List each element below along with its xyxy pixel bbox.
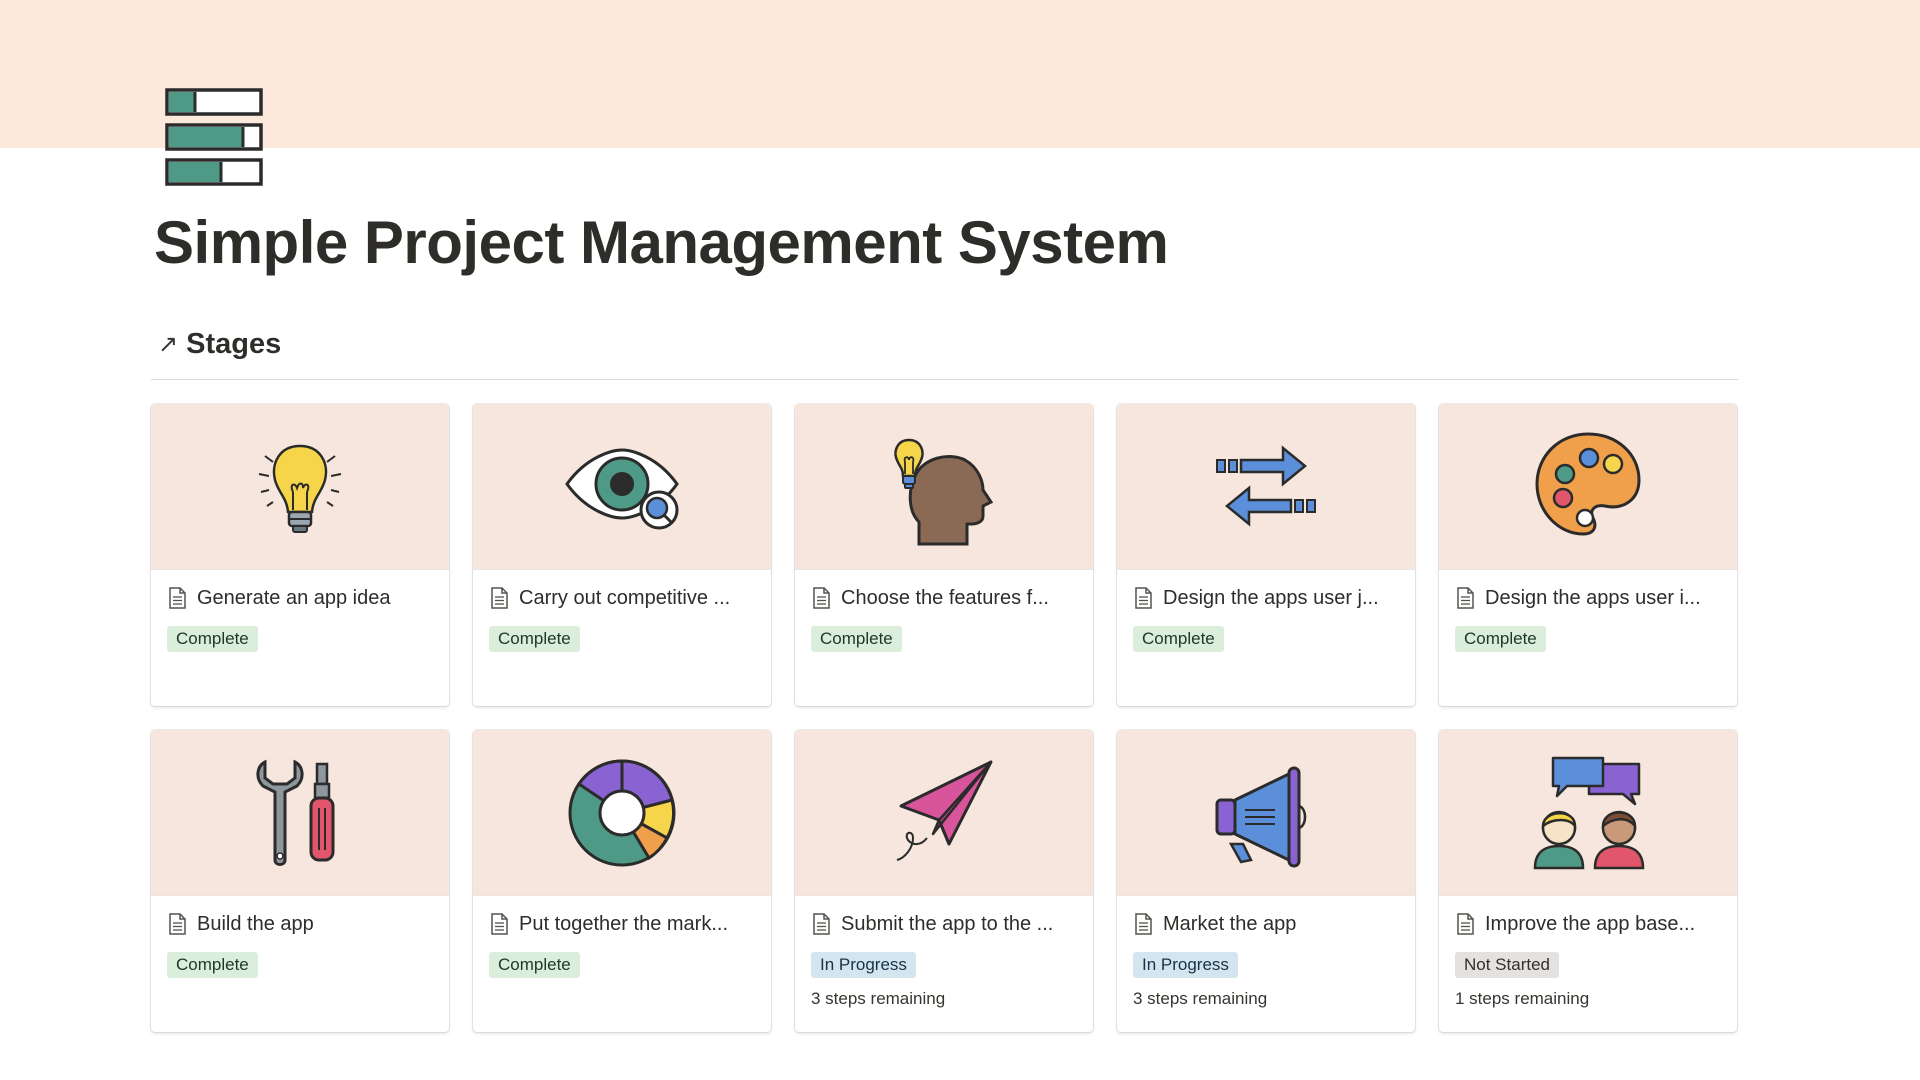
card-cover — [1439, 404, 1737, 570]
status-badge: In Progress — [811, 952, 916, 978]
wrench-screwdriver-icon — [256, 759, 335, 866]
page-title[interactable]: Simple Project Management System — [154, 208, 1169, 277]
card-cover — [473, 404, 771, 570]
status-badge: Complete — [489, 626, 580, 652]
steps-remaining: 3 steps remaining — [811, 989, 946, 1008]
donut-chart-icon — [568, 758, 676, 866]
progress-bars-icon[interactable] — [165, 88, 265, 186]
eye-magnifier-icon — [565, 447, 679, 529]
card-title: Carry out competitive ... — [519, 586, 731, 609]
document-icon — [491, 587, 508, 609]
card-cover — [1439, 730, 1737, 896]
gallery-card[interactable]: Improve the app base... Not Started 1 st… — [1439, 730, 1737, 1032]
steps-remaining: 1 steps remaining — [1455, 989, 1590, 1008]
status-badge: Complete — [489, 952, 580, 978]
divider — [151, 379, 1738, 380]
status-badge: In Progress — [1133, 952, 1238, 978]
gallery-card[interactable]: Design the apps user j... Complete — [1117, 404, 1415, 706]
card-title: Put together the mark... — [519, 912, 728, 935]
users-chat-icon — [1533, 756, 1645, 869]
stages-section-link[interactable]: ↗ Stages — [158, 328, 281, 361]
section-title: Stages — [186, 328, 282, 360]
document-icon — [813, 587, 830, 609]
status-badge: Complete — [811, 626, 902, 652]
head-idea-icon — [894, 438, 994, 545]
gallery-card[interactable]: Carry out competitive ... Complete — [473, 404, 771, 706]
status-badge: Complete — [1133, 626, 1224, 652]
status-badge: Complete — [167, 626, 258, 652]
card-title: Choose the features f... — [841, 586, 1049, 609]
document-icon — [1457, 913, 1474, 935]
card-title: Build the app — [197, 912, 314, 935]
lightbulb-icon — [258, 444, 342, 533]
paper-plane-icon — [896, 760, 993, 861]
card-title: Design the apps user j... — [1163, 586, 1379, 609]
card-title: Generate an app idea — [197, 586, 391, 609]
megaphone-icon — [1215, 766, 1307, 867]
card-cover — [151, 730, 449, 896]
gallery-card[interactable]: Submit the app to the ... In Progress 3 … — [795, 730, 1093, 1032]
status-badge: Complete — [1455, 626, 1546, 652]
page-cover — [0, 0, 1920, 148]
gallery-card[interactable]: Build the app Complete — [151, 730, 449, 1032]
card-cover — [1117, 730, 1415, 896]
arrow-up-right-icon: ↗ — [158, 330, 179, 358]
card-cover — [151, 404, 449, 570]
card-title: Improve the app base... — [1485, 912, 1696, 935]
steps-remaining: 3 steps remaining — [1133, 989, 1268, 1008]
status-badge: Not Started — [1455, 952, 1559, 978]
paint-palette-icon — [1535, 431, 1641, 536]
card-cover — [795, 404, 1093, 570]
card-title: Submit the app to the ... — [841, 912, 1054, 935]
document-icon — [169, 913, 186, 935]
gallery-card[interactable]: Generate an app idea Complete — [151, 404, 449, 706]
document-icon — [813, 913, 830, 935]
gallery-card[interactable]: Choose the features f... Complete — [795, 404, 1093, 706]
gallery-card[interactable]: Design the apps user i... Complete — [1439, 404, 1737, 706]
document-icon — [491, 913, 508, 935]
document-icon — [1135, 587, 1152, 609]
card-cover — [473, 730, 771, 896]
card-title: Market the app — [1163, 912, 1297, 935]
gallery-card[interactable]: Market the app In Progress 3 steps remai… — [1117, 730, 1415, 1032]
document-icon — [1135, 913, 1152, 935]
card-title: Design the apps user i... — [1485, 586, 1701, 609]
card-cover — [1117, 404, 1415, 570]
card-cover — [795, 730, 1093, 896]
arrows-exchange-icon — [1216, 444, 1316, 527]
status-badge: Complete — [167, 952, 258, 978]
document-icon — [169, 587, 186, 609]
gallery-card[interactable]: Put together the mark... Complete — [473, 730, 771, 1032]
document-icon — [1457, 587, 1474, 609]
